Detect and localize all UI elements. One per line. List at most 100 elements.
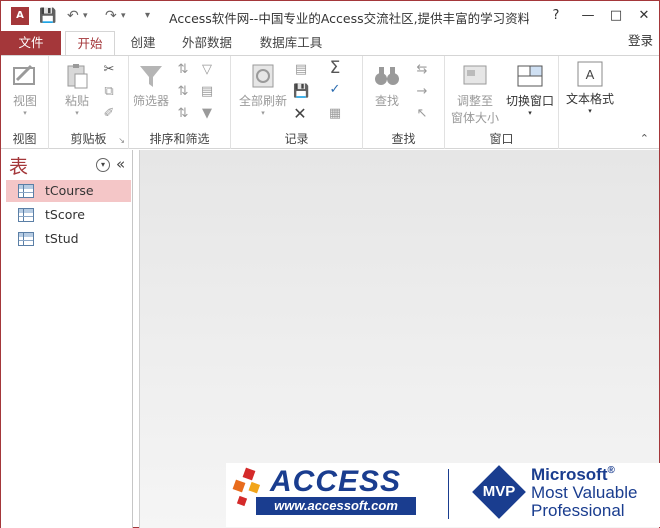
advanced-filter-icon[interactable]: ▤ xyxy=(197,84,217,100)
professional-text: Professional xyxy=(531,501,625,520)
refresh-all-button[interactable]: 全部刷新 ▾ xyxy=(235,62,291,117)
view-button[interactable]: 视图 ▾ xyxy=(7,62,43,117)
save-record-icon[interactable]: 💾 xyxy=(293,84,309,100)
refresh-dropdown-icon: ▾ xyxy=(261,109,265,117)
nav-item-tcourse[interactable]: tCourse xyxy=(6,180,131,202)
accessoft-logo-text: ACCESS xyxy=(270,465,402,498)
refresh-all-label: 全部刷新 xyxy=(238,94,287,108)
table-icon xyxy=(18,232,34,246)
microsoft-word: Microsoft xyxy=(531,465,608,484)
paste-button[interactable]: 粘贴 ▾ xyxy=(57,62,97,117)
group-clipboard: 粘贴 ▾ ✂ ⧉ ✐ 剪贴板 ↘ xyxy=(49,56,129,149)
table-icon xyxy=(18,184,34,198)
group-views: 视图 ▾ 视图 xyxy=(1,56,49,149)
redo-dropdown-icon[interactable]: ▾ xyxy=(121,7,126,25)
fit-label-line1: 调整至 xyxy=(456,94,493,108)
help-button[interactable]: ? xyxy=(545,5,567,27)
collapse-ribbon-icon[interactable]: ⌃ xyxy=(640,132,649,145)
registered-mark: ® xyxy=(607,465,615,476)
cut-icon[interactable]: ✂ xyxy=(101,62,117,78)
sort-ascending-icon[interactable]: ⇅ xyxy=(175,62,191,78)
view-dropdown-icon: ▾ xyxy=(23,109,27,117)
paste-dropdown-icon: ▾ xyxy=(75,109,79,117)
tab-home[interactable]: 开始 xyxy=(65,31,115,56)
nav-item-label: tStud xyxy=(45,231,79,246)
undo-dropdown-icon[interactable]: ▾ xyxy=(83,7,88,25)
group-views-label: 视图 xyxy=(12,132,37,146)
fit-to-form-button[interactable]: 调整至 窗体大小 xyxy=(447,62,503,126)
mvp-logo-text: MVP xyxy=(482,483,516,500)
new-record-icon[interactable]: ▤ xyxy=(293,62,309,78)
format-painter-icon[interactable]: ✐ xyxy=(101,106,117,122)
tab-external-data[interactable]: 外部数据 xyxy=(173,31,241,55)
binoculars-icon xyxy=(375,67,399,85)
goto-icon[interactable]: → xyxy=(411,84,433,100)
save-icon[interactable]: 💾 xyxy=(39,7,56,25)
refresh-all-icon xyxy=(252,64,274,88)
group-text-formatting: A 文本格式 ▾ ⌃ xyxy=(559,56,659,149)
login-link[interactable]: 登录 xyxy=(628,31,653,51)
switch-windows-button[interactable]: 切换窗口 ▾ xyxy=(503,62,557,117)
minimize-button[interactable]: — xyxy=(577,5,599,27)
paste-icon xyxy=(67,64,88,89)
text-format-dropdown-icon: ▾ xyxy=(588,107,592,115)
toggle-filter-icon[interactable]: ▼ xyxy=(197,106,217,122)
copy-icon[interactable]: ⧉ xyxy=(101,84,117,100)
accessoft-banner: ACCESS www.accessoft.com MVP Microsoft® … xyxy=(226,463,660,527)
filter-icon xyxy=(140,66,162,87)
selection-filter-icon[interactable]: ▽ xyxy=(197,62,217,78)
shutter-bar-close-icon[interactable]: « xyxy=(116,155,125,173)
accessoft-url: www.accessoft.com xyxy=(256,497,416,515)
switch-windows-label: 切换窗口 xyxy=(505,94,554,108)
group-window: 调整至 窗体大小 切换窗口 ▾ 窗口 xyxy=(445,56,559,149)
totals-icon[interactable]: Σ xyxy=(325,60,345,77)
table-icon xyxy=(18,208,34,222)
filter-button[interactable]: 筛选器 xyxy=(131,62,171,109)
nav-item-tstud[interactable]: tStud xyxy=(6,228,131,250)
select-icon[interactable]: ↖ xyxy=(411,106,433,122)
access-app-icon[interactable]: A xyxy=(11,7,29,25)
filter-label: 筛选器 xyxy=(132,94,169,108)
find-button[interactable]: 查找 xyxy=(367,62,407,109)
nav-menu-dropdown-icon[interactable]: ▾ xyxy=(96,158,110,172)
clear-sort-icon[interactable]: ⇅ xyxy=(175,106,191,122)
ribbon: 视图 ▾ 视图 粘贴 ▾ ✂ ⧉ ✐ 剪贴板 ↘ 筛选器 ⇅ ⇅ ⇅ ▽ ▤ ▼… xyxy=(1,55,659,149)
redo-icon[interactable]: ↷ xyxy=(105,7,117,25)
fit-to-form-icon xyxy=(463,65,487,85)
fit-label-line2: 窗体大小 xyxy=(450,111,499,125)
sort-descending-icon[interactable]: ⇅ xyxy=(175,84,191,100)
switch-windows-icon xyxy=(517,65,543,87)
clipboard-launcher-icon[interactable]: ↘ xyxy=(118,136,125,145)
group-clipboard-label: 剪贴板 xyxy=(70,132,107,146)
nav-item-tscore[interactable]: tScore xyxy=(6,204,131,226)
group-window-label: 窗口 xyxy=(489,132,514,146)
restore-button[interactable]: □ xyxy=(605,5,627,27)
microsoft-text: Microsoft® xyxy=(531,465,615,485)
tab-create[interactable]: 创建 xyxy=(119,31,167,55)
nav-title[interactable]: 表 xyxy=(9,152,28,179)
group-sort-filter-label: 排序和筛选 xyxy=(149,132,210,146)
close-button[interactable]: ✕ xyxy=(633,5,655,27)
title-bar: A 💾 ↶ ▾ ↷ ▾ ▾ Access软件网--中国专业的Access交流社区… xyxy=(1,1,659,31)
tab-database-tools[interactable]: 数据库工具 xyxy=(251,31,331,55)
switch-windows-dropdown-icon: ▾ xyxy=(528,109,532,117)
customize-quick-access-icon[interactable]: ▾ xyxy=(145,7,150,25)
delete-record-icon[interactable]: ✕ xyxy=(291,106,309,122)
undo-icon[interactable]: ↶ xyxy=(67,7,79,25)
more-records-icon[interactable]: ▦ xyxy=(325,106,345,122)
view-icon xyxy=(13,64,35,85)
nav-item-label: tCourse xyxy=(45,183,94,198)
text-format-button[interactable]: A 文本格式 ▾ xyxy=(561,60,619,115)
replace-icon[interactable]: ⇆ xyxy=(411,62,433,78)
banner-divider xyxy=(448,469,449,519)
paste-label: 粘贴 xyxy=(64,94,89,108)
group-records: 全部刷新 ▾ ▤ 💾 ✕ Σ ✓ ▦ 记录 xyxy=(231,56,363,149)
navigation-pane: 表 ▾ « tCourse tScore tStud xyxy=(1,150,133,528)
access-window: A 💾 ↶ ▾ ↷ ▾ ▾ Access软件网--中国专业的Access交流社区… xyxy=(0,0,660,528)
nav-item-label: tScore xyxy=(45,207,85,222)
tab-file[interactable]: 文件 xyxy=(1,31,61,55)
group-find-label: 查找 xyxy=(391,132,416,146)
spelling-icon[interactable]: ✓ xyxy=(325,82,345,98)
most-valuable-text: Most Valuable xyxy=(531,483,638,502)
text-format-label: 文本格式 xyxy=(565,92,614,106)
